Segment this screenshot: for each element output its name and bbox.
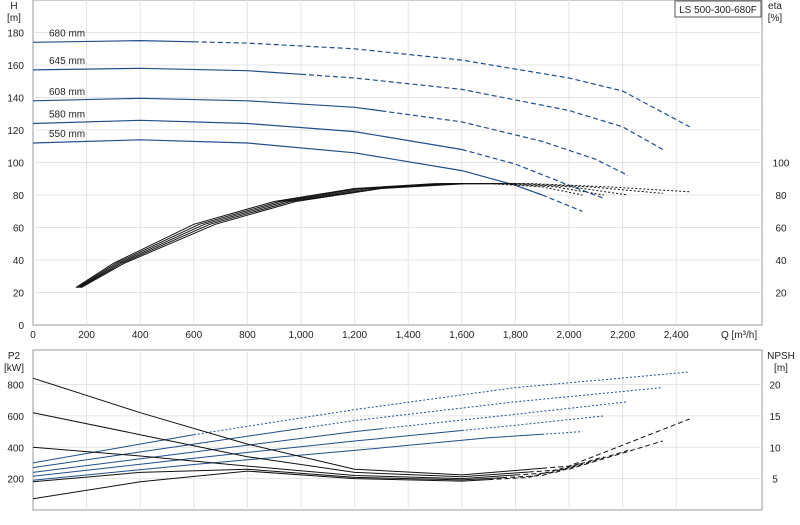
eta-tick-label: 60 (775, 224, 787, 235)
power-tick-label: 400 (7, 443, 24, 454)
eta-axis-title: eta (768, 1, 782, 12)
npsh-axis-unit: [m] (774, 363, 788, 374)
power-gridlines (33, 350, 762, 510)
eta-tick-label: 100 (773, 159, 790, 170)
head-curve-solid (32, 39, 194, 43)
head-curve-panel: 680 mm645 mm608 mm580 mm550 mm 0 200 400 60… (7, 0, 790, 341)
eta-tick-label: 40 (775, 256, 787, 267)
head-curves: 680 mm 645 mm 608 mm 580 mm 550 mm (32, 28, 690, 212)
impeller-diameter-label: 580 mm (49, 110, 85, 121)
x-tick-label: 200 (78, 330, 95, 341)
power-curve-extended (461, 415, 604, 431)
eta-tick-label: 80 (775, 191, 787, 202)
x-tick-label: 600 (185, 330, 202, 341)
head-axis-unit: [m] (7, 13, 21, 24)
head-y-tick-label: 60 (13, 224, 25, 235)
npsh-tick-label: 15 (769, 412, 781, 423)
npsh-curve-solid (32, 412, 529, 478)
efficiency-curve-solid (75, 183, 462, 289)
power-curve-solid (32, 428, 382, 473)
impeller-diameter-label: 608 mm (49, 87, 85, 98)
npsh-tick-label: 10 (769, 443, 781, 454)
x-tick-label: 400 (132, 330, 149, 341)
power-curve-solid (32, 433, 543, 481)
npsh-axis-title: NPSH (767, 351, 795, 362)
head-y-tick-label: 140 (7, 94, 24, 105)
x-tick-label: 1,800 (503, 330, 528, 341)
power-plot-frame (32, 349, 763, 511)
impeller-diameter-label: 550 mm (49, 129, 85, 140)
efficiency-curve-solid (76, 183, 476, 289)
head-y-tick-label: 20 (13, 289, 25, 300)
efficiency-curve-extended (475, 183, 604, 196)
efficiency-curves (75, 183, 690, 289)
npsh-curve-extended (542, 418, 690, 469)
head-axis-title: H (10, 1, 17, 12)
x-tick-label: 1,600 (449, 330, 474, 341)
head-tick-labels: 0 200 400 600 800 1,000 1,200 1,400 1,600 1,800 2,… (7, 29, 789, 342)
head-y-tick-label: 100 (7, 159, 24, 170)
x-tick-label: 800 (239, 330, 256, 341)
eta-tick-label: 20 (775, 289, 787, 300)
flow-axis-title: Q [m³/h] (721, 330, 757, 341)
npsh-curves (32, 377, 690, 500)
head-y-tick-label: 0 (18, 321, 24, 332)
power-curve-extended (381, 401, 629, 430)
model-badge-text: LS 500-300-680F (679, 5, 757, 16)
x-tick-label: 2,000 (557, 330, 582, 341)
x-tick-label: 0 (30, 330, 36, 341)
head-y-tick-label: 180 (7, 29, 24, 40)
head-curve-extended (541, 194, 583, 212)
power-npsh-panel: 200 400 600 800 5 10 15 20 P2 [kW] NPSH [m] (4, 349, 795, 511)
head-curve-solid (32, 139, 543, 196)
power-curve-extended (300, 387, 663, 429)
power-tick-label: 800 (7, 381, 24, 392)
npsh-tick-label: 20 (769, 381, 781, 392)
x-tick-label: 1,200 (342, 330, 367, 341)
head-curve-solid (32, 97, 382, 112)
impeller-diameter-label: 680 mm (49, 28, 85, 39)
power-curves (32, 371, 690, 481)
npsh-curve-extended (528, 440, 663, 473)
head-curve-extended (193, 41, 690, 128)
power-tick-label: 200 (7, 475, 24, 486)
head-curve-extended (381, 110, 629, 177)
x-tick-label: 1,400 (396, 330, 421, 341)
power-axis-title: P2 (8, 351, 21, 362)
power-tick-labels: 200 400 600 800 5 10 15 20 (7, 381, 781, 486)
head-y-tick-label: 40 (13, 256, 25, 267)
npsh-tick-label: 5 (772, 475, 778, 486)
pump-curve-chart: 680 mm 645 mm 608 mm 580 mm 550 mm 0 200 400 60… (0, 0, 800, 520)
efficiency-curve-extended (502, 183, 663, 194)
head-y-tick-label: 120 (7, 126, 24, 137)
head-gridlines (33, 0, 762, 325)
npsh-curve-solid (32, 377, 543, 476)
head-curve-solid (32, 67, 302, 75)
head-curve-extended (300, 73, 664, 151)
impeller-diameter-label: 645 mm (49, 56, 85, 67)
x-tick-label: 2,200 (610, 330, 635, 341)
power-curve-extended (542, 431, 583, 435)
power-curve-extended (193, 371, 690, 436)
eta-axis-unit: [%] (768, 13, 783, 24)
model-badge: LS 500-300-680F (674, 0, 762, 18)
power-axis-unit: [kW] (4, 363, 24, 374)
pump-curve-svg: 680 mm645 mm608 mm580 mm550 mm 0 200 400 60… (4, 0, 795, 511)
x-tick-label: 2,400 (664, 330, 689, 341)
power-tick-label: 600 (7, 412, 24, 423)
x-tick-label: 1,000 (288, 330, 313, 341)
power-curve-solid (32, 427, 302, 469)
head-y-tick-label: 80 (13, 191, 25, 202)
head-y-tick-label: 160 (7, 61, 24, 72)
